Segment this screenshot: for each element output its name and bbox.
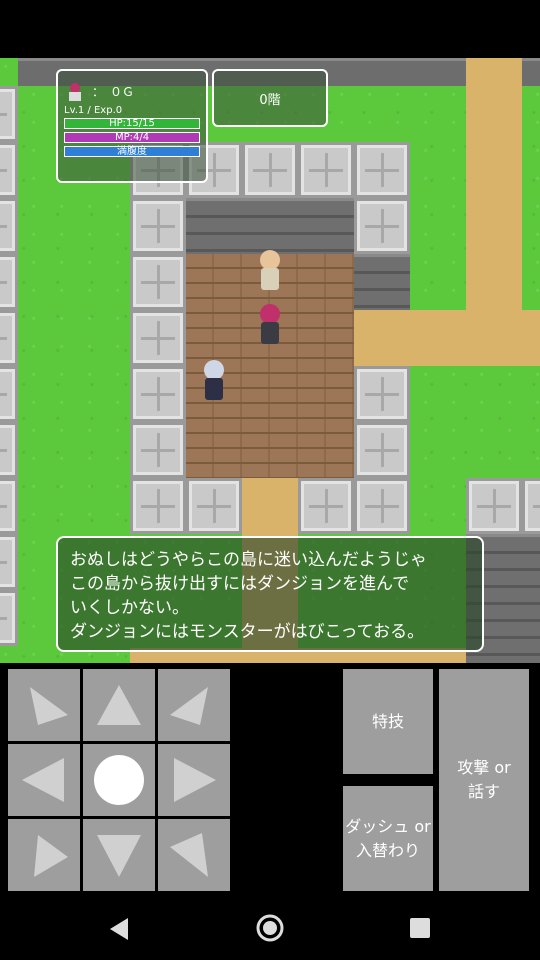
navigation-bar [0, 898, 540, 960]
stone-block [298, 478, 354, 534]
dpad-down-right-button[interactable] [158, 819, 230, 891]
stone-block [0, 310, 18, 366]
hp-bar: HP:15/15 [64, 118, 200, 129]
floor-text: 0階 [259, 92, 281, 108]
inner-wall [354, 254, 410, 310]
dpad-left-button[interactable] [8, 744, 80, 816]
old-man-npc[interactable] [256, 250, 284, 292]
stone-block [0, 142, 18, 198]
circle-icon [94, 755, 144, 805]
dpad-up-button[interactable] [83, 669, 155, 741]
stone-block [354, 142, 410, 198]
arrow-down-left-icon [34, 835, 68, 877]
back-icon[interactable] [106, 916, 132, 942]
stone-block [522, 478, 540, 534]
arrow-down-icon [97, 835, 141, 877]
silver-haired-npc[interactable] [200, 360, 228, 402]
stone-block [0, 254, 18, 310]
stone-block [298, 142, 354, 198]
stone-block [186, 478, 242, 534]
attack-button-label-line2: 話す [467, 782, 500, 801]
dpad-up-right-button[interactable] [158, 669, 230, 741]
stone-block [354, 422, 410, 478]
arrow-right-icon [174, 758, 216, 802]
stone-block [0, 534, 18, 590]
sand-path-vertical [466, 58, 522, 310]
dialogue-line: ダンジョンにはモンスターがはびこっておる。 [70, 622, 425, 642]
stone-block [130, 310, 186, 366]
dash-swap-button[interactable]: ダッシュ or 入替わり [343, 786, 433, 891]
skill-button[interactable]: 特技 [343, 669, 433, 774]
dialogue-line: いくしかない。 [70, 598, 189, 618]
arrow-left-icon [22, 758, 64, 802]
dialogue-line: この島から抜け出すにはダンジョンを進んで [70, 574, 410, 594]
stone-block [0, 422, 18, 478]
attack-talk-button[interactable]: 攻撃 or 話す [439, 669, 529, 891]
dpad-right-button[interactable] [158, 744, 230, 816]
stone-block [130, 254, 186, 310]
home-icon[interactable] [255, 913, 285, 943]
stone-block [0, 86, 18, 142]
hunger-bar: 満腹度 [64, 146, 200, 157]
mp-bar: MP:4/4 [64, 132, 200, 143]
stone-block [130, 422, 186, 478]
gold-text: ： ０Ｇ [92, 85, 135, 99]
player-avatar-icon [68, 83, 82, 101]
stone-block [354, 198, 410, 254]
stone-block [130, 366, 186, 422]
top-wall-right [522, 58, 540, 86]
player-character[interactable] [256, 304, 284, 346]
stone-block [354, 478, 410, 534]
stone-block [0, 366, 18, 422]
status-panel: ： ０Ｇ Lv.1 / Exp.0 HP:15/15 MP:4/4 満腹度 [56, 69, 208, 183]
dialogue-line: おぬしはどうやらこの島に迷い込んだようじゃ [70, 550, 427, 570]
skill-button-label: 特技 [371, 711, 404, 731]
inner-wall [186, 198, 354, 254]
dpad-down-left-button[interactable] [8, 819, 80, 891]
sand-path-horizontal [354, 310, 540, 366]
stone-block [354, 366, 410, 422]
stone-block [242, 142, 298, 198]
floor-panel: 0階 [212, 69, 328, 127]
arrow-up-icon [97, 685, 141, 725]
dash-button-label-line2: 入替わり [355, 840, 420, 860]
arrow-down-right-icon [170, 833, 208, 877]
status-bar [0, 0, 540, 58]
arrow-up-right-icon [170, 687, 208, 725]
stone-block [0, 590, 18, 646]
stone-block [130, 478, 186, 534]
level-exp-text: Lv.1 / Exp.0 [64, 105, 123, 116]
dpad-down-button[interactable] [83, 819, 155, 891]
arrow-up-left-icon [30, 687, 68, 725]
dialogue-box[interactable]: おぬしはどうやらこの島に迷い込んだようじゃ この島から抜け出すにはダンジョンを進… [56, 536, 484, 652]
dpad [8, 669, 230, 891]
recents-icon[interactable] [408, 916, 432, 940]
stone-block [466, 478, 522, 534]
stone-block [0, 478, 18, 534]
stone-block [130, 198, 186, 254]
stone-block [0, 198, 18, 254]
dpad-up-left-button[interactable] [8, 669, 80, 741]
dash-button-label-line1: ダッシュ or [345, 816, 431, 836]
attack-button-label-line1: 攻撃 or [457, 758, 511, 777]
dpad-center-button[interactable] [83, 744, 155, 816]
